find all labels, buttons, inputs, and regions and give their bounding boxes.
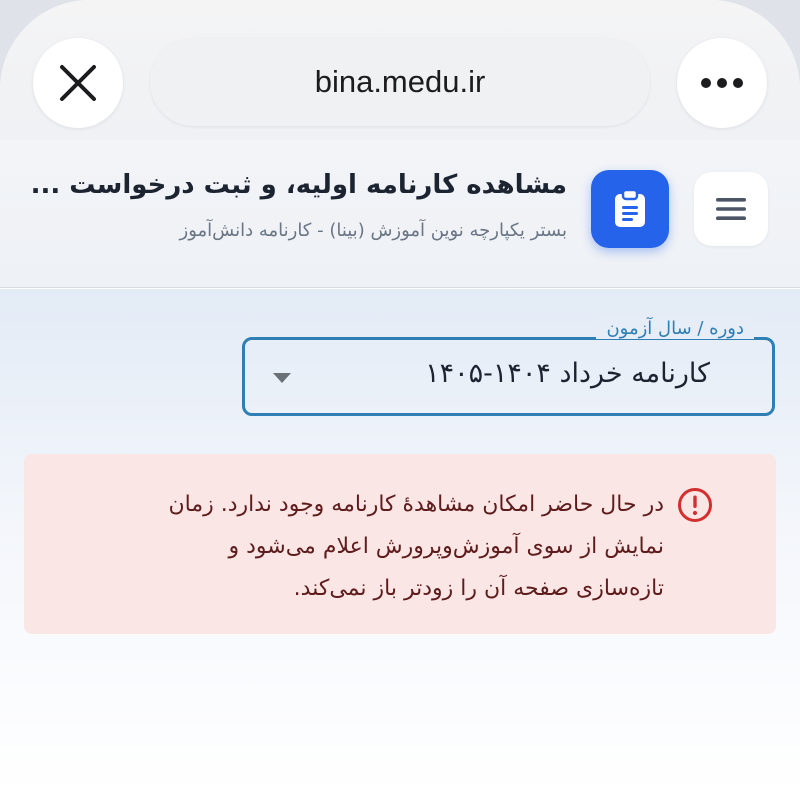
app-header: مشاهده کارنامه اولیه، و ثبت درخواست ... … [0, 140, 800, 288]
alert-line: در حال حاضر امکان مشاهدهٔ کارنامه وجود ن… [168, 492, 664, 517]
period-select-value: کارنامه خرداد ۱۴۰۴-۱۴۰۵ [425, 358, 710, 389]
hamburger-menu-icon [716, 198, 746, 220]
browser-toolbar: bina.medu.ir [0, 0, 800, 140]
alert-message: در حال حاضر امکان مشاهدهٔ کارنامه وجود ن… [54, 484, 664, 610]
dropdown-arrow-icon[interactable] [273, 373, 291, 383]
main-content: دوره / سال آزمون کارنامه خرداد ۱۴۰۴-۱۴۰۵… [0, 289, 800, 797]
url-bar[interactable]: bina.medu.ir [150, 38, 650, 126]
phone-screen: bina.medu.ir مشاهده کارنامه اولیه، و ثبت… [0, 0, 800, 797]
url-text: bina.medu.ir [314, 64, 486, 99]
error-circle-icon [678, 488, 712, 522]
page-title: مشاهده کارنامه اولیه، و ثبت درخواست ... [30, 170, 567, 200]
page-subtitle: بستر یکپارچه نوین آموزش (بینا) - کارنامه… [179, 220, 567, 241]
period-select[interactable]: دوره / سال آزمون کارنامه خرداد ۱۴۰۴-۱۴۰۵ [242, 318, 775, 416]
close-button[interactable] [33, 38, 123, 128]
menu-button[interactable] [694, 172, 768, 246]
alert-line: نمایش از سوی آموزش‌وپرورش اعلام می‌شود و [228, 534, 665, 559]
alert-line: تازه‌سازی صفحه آن را زودتر باز نمی‌کند. [293, 576, 664, 601]
more-options-button[interactable] [677, 38, 767, 128]
more-icon [701, 78, 743, 88]
clipboard-icon [615, 189, 645, 227]
app-logo [591, 170, 669, 248]
error-alert: در حال حاضر امکان مشاهدهٔ کارنامه وجود ن… [24, 454, 776, 634]
close-icon [60, 65, 96, 101]
period-select-label: دوره / سال آزمون [596, 318, 754, 339]
